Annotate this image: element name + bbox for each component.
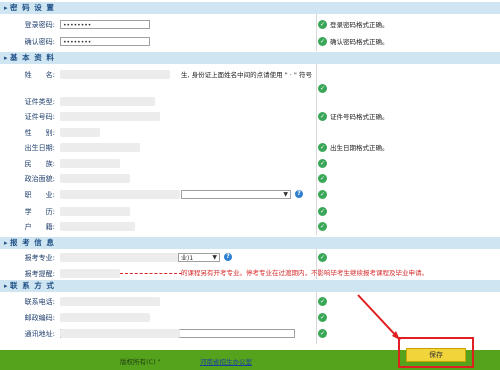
check-icon: ✓ xyxy=(318,222,327,231)
save-button[interactable]: 保存 xyxy=(406,348,466,362)
column-divider xyxy=(316,63,317,235)
column-divider xyxy=(316,13,317,51)
check-icon: ✓ xyxy=(318,20,327,29)
birth-date-ok: 出生日期格式正确。 xyxy=(330,144,389,152)
check-icon: ✓ xyxy=(318,174,327,183)
ethnic-label: 民 族: xyxy=(24,160,55,168)
section-password: ▸ 密 码 设 置 xyxy=(0,2,500,14)
name-label: 姓 名: xyxy=(24,71,55,79)
check-icon: ✓ xyxy=(318,37,327,46)
login-password-input[interactable]: •••••••• xyxy=(60,20,150,29)
section-contact: ▸ 联 系 方 式 xyxy=(0,280,500,292)
id-number-ok: 证件号码格式正确。 xyxy=(330,113,389,121)
login-password-label: 登录密码: xyxy=(24,21,55,29)
major-label: 报考专业: xyxy=(24,254,55,262)
job-label: 职 业: xyxy=(24,191,55,199)
confirm-password-label: 确认密码: xyxy=(24,38,55,46)
remind-text: 的课程另有开考专业。停考专业在过渡期内，不影响毕考生继续报考课程及毕业申请。 xyxy=(181,269,428,277)
section-title: 报 考 信 息 xyxy=(10,238,55,247)
remind-label: 报考提醒: xyxy=(24,270,55,278)
section-title: 联 系 方 式 xyxy=(10,281,55,290)
column-divider xyxy=(316,292,317,344)
gender-select[interactable] xyxy=(60,128,100,137)
name-hint: 生, 身份证上面姓名中间的点请使用 " · " 符号 xyxy=(181,71,312,79)
id-number-label: 证件号码: xyxy=(24,113,55,121)
major-select-value: 业)1 xyxy=(181,255,194,262)
check-icon: ✓ xyxy=(318,207,327,216)
section-arrow-icon: ▸ xyxy=(4,282,8,290)
section-arrow-icon: ▸ xyxy=(4,239,8,247)
politics-select[interactable] xyxy=(60,174,130,183)
login-password-value: •••••••• xyxy=(63,22,92,29)
education-select[interactable] xyxy=(60,207,130,216)
major-select[interactable]: 业)1 ▼ xyxy=(178,253,220,262)
check-icon: ✓ xyxy=(318,313,327,322)
ethnic-select[interactable] xyxy=(60,159,120,168)
office-link[interactable]: 河南省招生办公室 xyxy=(200,356,252,366)
id-type-select[interactable] xyxy=(60,97,155,106)
confirm-password-value: •••••••• xyxy=(63,39,92,46)
dropdown-arrow-icon: ▼ xyxy=(283,191,288,198)
section-arrow-icon: ▸ xyxy=(4,4,8,12)
hukou-label: 户 籍: xyxy=(24,223,55,231)
major-select-blur xyxy=(60,253,178,262)
help-icon[interactable]: ? xyxy=(224,253,232,261)
name-input[interactable] xyxy=(60,70,170,79)
job-select-blur xyxy=(60,190,180,199)
check-icon: ✓ xyxy=(318,297,327,306)
section-title: 密 码 设 置 xyxy=(10,3,55,12)
check-icon: ✓ xyxy=(318,159,327,168)
section-exam: ▸ 报 考 信 息 xyxy=(0,237,500,249)
politics-label: 政治面貌: xyxy=(24,175,55,183)
job-select[interactable]: ▼ xyxy=(181,190,291,199)
section-arrow-icon: ▸ xyxy=(4,54,8,62)
copyright-text: 版权所有(C) " xyxy=(120,358,161,366)
check-icon: ✓ xyxy=(318,112,327,121)
dropdown-arrow-icon: ▼ xyxy=(212,254,217,261)
zip-label: 邮政编码: xyxy=(24,314,55,322)
hukou-select[interactable] xyxy=(60,222,135,231)
phone-label: 联系电话: xyxy=(24,298,55,306)
check-icon: ✓ xyxy=(318,143,327,152)
address-blur xyxy=(60,329,180,338)
birth-date-label: 出生日期: xyxy=(24,144,55,152)
help-icon[interactable]: ? xyxy=(295,190,303,198)
check-icon: ✓ xyxy=(318,190,327,199)
phone-input[interactable] xyxy=(60,297,160,306)
education-label: 学 历: xyxy=(24,208,55,216)
birth-date-input[interactable] xyxy=(60,143,140,152)
check-icon: ✓ xyxy=(318,84,327,93)
confirm-password-ok: 确认密码格式正确。 xyxy=(330,38,389,46)
check-icon: ✓ xyxy=(318,253,327,262)
zip-input[interactable] xyxy=(60,313,150,322)
id-number-input[interactable] xyxy=(60,112,160,121)
section-title: 基 本 资 料 xyxy=(10,53,55,62)
check-icon: ✓ xyxy=(318,329,327,338)
remind-blur xyxy=(60,269,120,278)
remind-underline xyxy=(120,273,182,274)
login-password-ok: 登录密码格式正确。 xyxy=(330,21,389,29)
confirm-password-input[interactable]: •••••••• xyxy=(60,37,150,46)
id-type-label: 证件类型: xyxy=(24,98,55,106)
gender-label: 性 别: xyxy=(24,129,55,137)
section-basic: ▸ 基 本 资 料 xyxy=(0,52,500,64)
address-label: 通讯地址: xyxy=(24,330,55,338)
